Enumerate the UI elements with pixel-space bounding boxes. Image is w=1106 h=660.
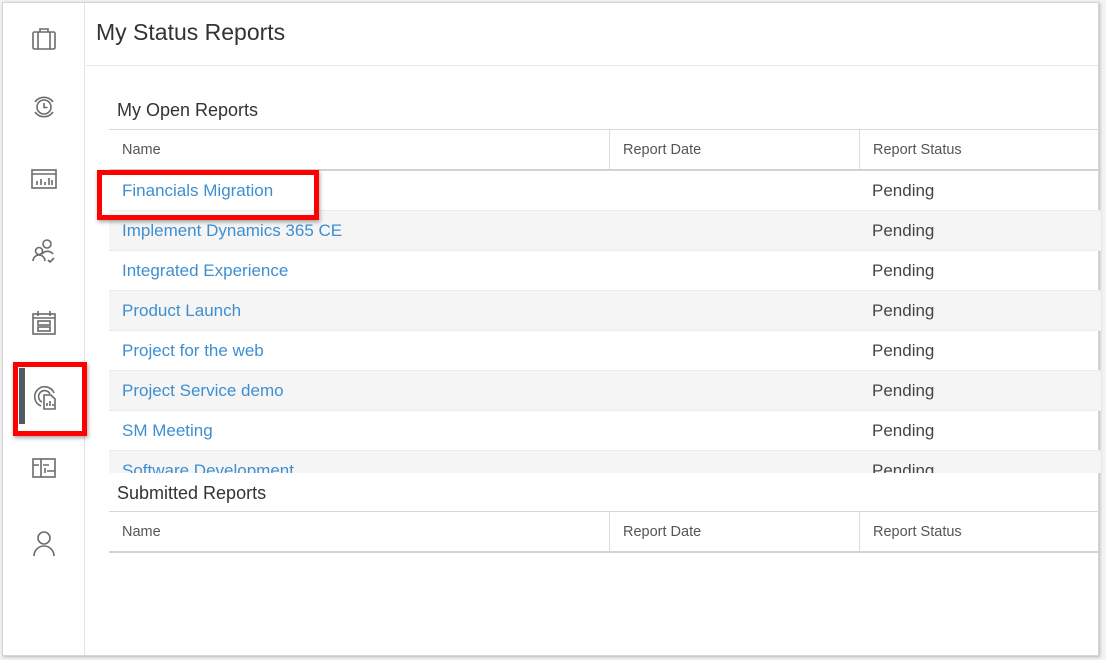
main-content: My Status Reports My Open Reports Name R… [86, 3, 1101, 655]
column-header-report-date[interactable]: Report Date [609, 512, 859, 551]
clock-icon [34, 96, 54, 118]
briefcase-icon [32, 28, 56, 50]
sidebar-item-board[interactable] [3, 438, 85, 498]
table-row[interactable]: SM Meeting Pending [109, 411, 1101, 451]
status-report-icon [33, 385, 56, 410]
sidebar-item-status-reports[interactable] [3, 366, 85, 426]
sidebar-item-reports[interactable] [3, 149, 85, 209]
table-row[interactable]: Implement Dynamics 365 CE Pending [109, 211, 1101, 251]
sidebar-item-schedule[interactable] [3, 293, 85, 353]
report-name-link[interactable]: Software Development [109, 461, 859, 474]
report-status: Pending [872, 380, 935, 400]
table-row[interactable]: Project Service demo Pending [109, 371, 1101, 411]
page-title: My Status Reports [96, 19, 286, 45]
sidebar-item-profile[interactable] [3, 513, 85, 573]
calendar-icon [32, 311, 56, 335]
board-icon [32, 458, 56, 478]
sidebar-nav [3, 3, 85, 655]
column-header-report-date[interactable]: Report Date [609, 130, 859, 169]
report-status: Pending [872, 220, 935, 240]
report-status: Pending [872, 420, 935, 440]
sidebar-item-resources[interactable] [3, 221, 85, 281]
table-row[interactable]: Software Development Pending [109, 451, 1101, 473]
report-name-link[interactable]: Product Launch [109, 301, 859, 321]
report-status: Pending [872, 300, 935, 320]
column-header-name[interactable]: Name [109, 512, 609, 551]
table-row[interactable]: Project for the web Pending [109, 331, 1101, 371]
sidebar-item-projects[interactable] [3, 9, 85, 69]
report-name-link[interactable]: Financials Migration [109, 181, 859, 201]
table-row[interactable]: Financials Migration Pending [109, 171, 1101, 211]
report-status: Pending [872, 180, 935, 200]
open-reports-body[interactable]: Financials Migration Pending Implement Dyn… [109, 171, 1101, 473]
column-header-name[interactable]: Name [109, 130, 609, 169]
report-status: Pending [872, 460, 935, 474]
report-name-link[interactable]: Project for the web [109, 341, 859, 361]
open-reports-header: Name Report Date Report Status [109, 129, 1101, 171]
title-divider [86, 65, 1098, 66]
app-window: My Status Reports My Open Reports Name R… [2, 2, 1101, 656]
submitted-reports-title: Submitted Reports [117, 483, 267, 503]
column-header-report-status[interactable]: Report Status [859, 130, 1101, 169]
open-reports-table: Name Report Date Report Status Financial… [109, 129, 1101, 473]
table-row[interactable]: Integrated Experience Pending [109, 251, 1101, 291]
submitted-reports-header: Name Report Date Report Status [109, 511, 1101, 553]
report-name-link[interactable]: Implement Dynamics 365 CE [109, 221, 859, 241]
table-row[interactable]: Product Launch Pending [109, 291, 1101, 331]
person-icon [33, 531, 55, 557]
report-name-link[interactable]: Integrated Experience [109, 261, 859, 281]
report-name-link[interactable]: SM Meeting [109, 421, 859, 441]
people-check-icon [32, 239, 55, 264]
chart-icon [31, 169, 57, 189]
column-header-report-status[interactable]: Report Status [859, 512, 1101, 551]
report-status: Pending [872, 340, 935, 360]
open-reports-title: My Open Reports [117, 100, 259, 120]
report-status: Pending [872, 260, 935, 280]
report-name-link[interactable]: Project Service demo [109, 381, 859, 401]
sidebar-item-time[interactable] [3, 77, 85, 137]
submitted-reports-table: Name Report Date Report Status [109, 511, 1101, 553]
